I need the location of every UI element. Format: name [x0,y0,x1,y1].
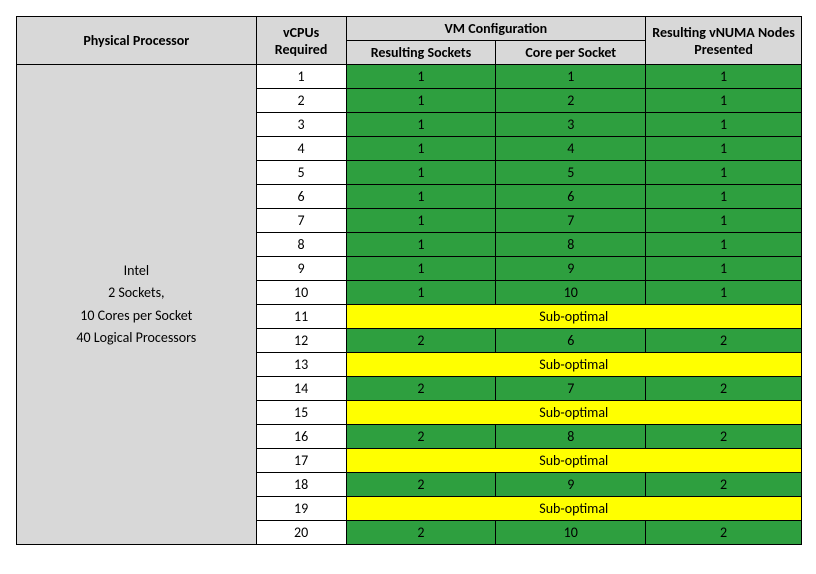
header-resulting-vnuma: Resulting vNUMA Nodes Presented [646,17,802,65]
vnuma-cell: 2 [646,425,802,449]
vnuma-cell: 2 [646,329,802,353]
core-per-socket-cell: 10 [496,521,646,545]
sockets-cell: 2 [346,377,496,401]
vcpu-cell: 12 [256,329,346,353]
vnuma-cell: 1 [646,185,802,209]
vnuma-cell: 2 [646,473,802,497]
vnuma-table: Physical Processor vCPUs Required VM Con… [16,16,802,545]
proc-line-1: Intel [124,262,149,279]
core-per-socket-cell: 7 [496,209,646,233]
vcpu-cell: 8 [256,233,346,257]
vcpu-cell: 16 [256,425,346,449]
vcpu-cell: 3 [256,113,346,137]
vnuma-cell: 1 [646,89,802,113]
suboptimal-cell: Sub-optimal [346,497,801,521]
header-resulting-sockets: Resulting Sockets [346,41,496,65]
vnuma-cell: 1 [646,113,802,137]
core-per-socket-cell: 9 [496,473,646,497]
sockets-cell: 1 [346,113,496,137]
vcpu-cell: 4 [256,137,346,161]
core-per-socket-cell: 6 [496,329,646,353]
vnuma-cell: 2 [646,377,802,401]
sockets-cell: 1 [346,233,496,257]
sockets-cell: 1 [346,185,496,209]
vcpu-cell: 18 [256,473,346,497]
core-per-socket-cell: 10 [496,281,646,305]
suboptimal-cell: Sub-optimal [346,305,801,329]
vcpu-cell: 6 [256,185,346,209]
sockets-cell: 2 [346,521,496,545]
vcpu-cell: 1 [256,65,346,89]
sockets-cell: 1 [346,89,496,113]
vnuma-cell: 1 [646,281,802,305]
sockets-cell: 2 [346,425,496,449]
sockets-cell: 1 [346,137,496,161]
vcpu-cell: 7 [256,209,346,233]
sockets-cell: 2 [346,473,496,497]
core-per-socket-cell: 3 [496,113,646,137]
sockets-cell: 1 [346,161,496,185]
header-vm-configuration: VM Configuration [346,17,646,41]
core-per-socket-cell: 1 [496,65,646,89]
vnuma-cell: 1 [646,257,802,281]
vcpu-cell: 2 [256,89,346,113]
core-per-socket-cell: 9 [496,257,646,281]
sockets-cell: 2 [346,329,496,353]
proc-line-4: 40 Logical Processors [76,329,196,346]
core-per-socket-cell: 2 [496,89,646,113]
core-per-socket-cell: 8 [496,233,646,257]
vcpu-cell: 5 [256,161,346,185]
core-per-socket-cell: 7 [496,377,646,401]
vcpu-cell: 13 [256,353,346,377]
suboptimal-cell: Sub-optimal [346,353,801,377]
suboptimal-cell: Sub-optimal [346,449,801,473]
vcpu-cell: 15 [256,401,346,425]
vcpu-cell: 14 [256,377,346,401]
vnuma-cell: 1 [646,137,802,161]
vcpu-cell: 11 [256,305,346,329]
table-row: Intel2 Sockets,10 Cores per Socket40 Log… [17,65,802,89]
header-core-per-socket: Core per Socket [496,41,646,65]
vcpu-cell: 17 [256,449,346,473]
core-per-socket-cell: 4 [496,137,646,161]
core-per-socket-cell: 6 [496,185,646,209]
sockets-cell: 1 [346,281,496,305]
sockets-cell: 1 [346,209,496,233]
vcpu-cell: 10 [256,281,346,305]
physical-processor-cell: Intel 2 Sockets, 10 Cores per Socket 40 Log… [17,65,257,545]
sockets-cell: 1 [346,65,496,89]
proc-line-2: 2 Sockets, [108,284,164,301]
vnuma-cell: 1 [646,233,802,257]
vnuma-cell: 2 [646,521,802,545]
core-per-socket-cell: 5 [496,161,646,185]
suboptimal-cell: Sub-optimal [346,401,801,425]
header-physical-processor: Physical Processor [17,17,257,65]
proc-line-3: 10 Cores per Socket [80,307,192,324]
core-per-socket-cell: 8 [496,425,646,449]
vnuma-cell: 1 [646,161,802,185]
header-vcpus-required: vCPUs Required [256,17,346,65]
vcpu-cell: 9 [256,257,346,281]
vnuma-cell: 1 [646,65,802,89]
vcpu-cell: 20 [256,521,346,545]
sockets-cell: 1 [346,257,496,281]
table-header: Physical Processor vCPUs Required VM Con… [17,17,802,65]
table-body: Intel 2 Sockets, 10 Cores per Socket 40 Log… [17,65,802,545]
vcpu-cell: 19 [256,497,346,521]
vnuma-cell: 1 [646,209,802,233]
